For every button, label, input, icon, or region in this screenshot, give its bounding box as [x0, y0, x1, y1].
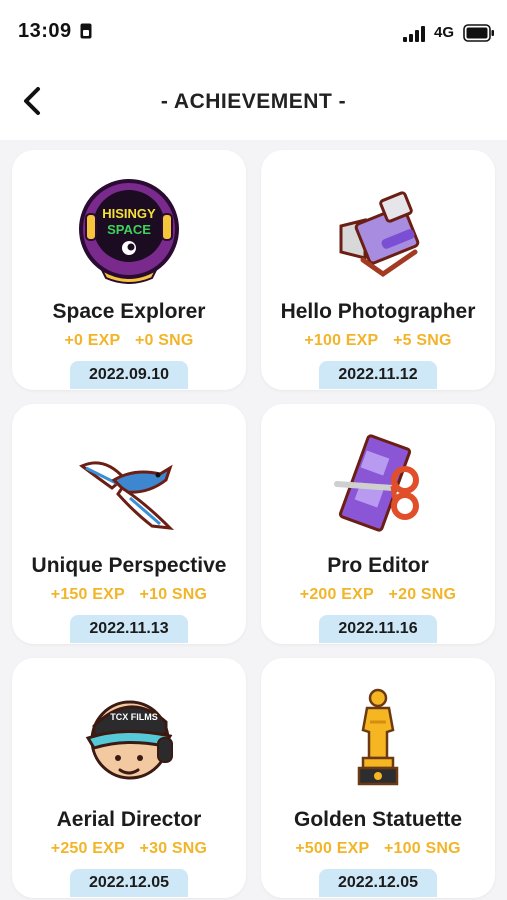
bird-icon [79, 461, 175, 530]
reward-line: +500 EXP +100 SNG [261, 840, 495, 858]
reward-line: +0 EXP +0 SNG [12, 332, 246, 350]
achievement-date: 2022.12.05 [319, 869, 437, 897]
battery-icon [463, 24, 494, 42]
reward-line: +150 EXP +10 SNG [12, 586, 246, 604]
achievement-card-golden-statuette[interactable]: Golden Statuette +500 EXP +100 SNG 2022.… [261, 658, 495, 898]
film-scissors-icon [334, 434, 419, 532]
header: - ACHIEVEMENT - [0, 66, 507, 140]
achievement-date: 2022.11.12 [319, 361, 437, 389]
director-headset-icon: TCX FILMS [85, 700, 173, 780]
achievement-card-unique-perspective[interactable]: Unique Perspective +150 EXP +10 SNG 2022… [12, 404, 246, 644]
achievement-card-hello-photographer[interactable]: Hello Photographer +100 EXP +5 SNG 2022.… [261, 150, 495, 390]
achievement-name: Hello Photographer [280, 300, 476, 323]
achievement-date: 2022.12.05 [70, 869, 188, 897]
badge-text-tcx-films: TCX FILMS [110, 712, 158, 722]
badge-text-space: SPACE [107, 222, 151, 237]
exp-reward: +100 EXP [304, 332, 379, 349]
achievement-grid: HISINGY SPACE Space Explorer +0 EXP +0 S… [0, 140, 507, 900]
badge-text-hisingy: HISINGY [102, 206, 156, 221]
exp-reward: +500 EXP [295, 840, 370, 857]
sng-reward: +100 SNG [384, 840, 461, 857]
sng-reward: +0 SNG [135, 332, 194, 349]
video-camera-icon [339, 191, 420, 278]
sim-card-icon [80, 23, 92, 39]
signal-strength-icon [403, 26, 425, 42]
sng-reward: +30 SNG [139, 840, 208, 857]
achievement-date: 2022.11.16 [319, 615, 437, 643]
page-title: - ACHIEVEMENT - [160, 90, 347, 113]
reward-line: +200 EXP +20 SNG [261, 586, 495, 604]
sng-reward: +10 SNG [139, 586, 208, 603]
golden-statuette-icon [357, 688, 399, 786]
exp-reward: +200 EXP [299, 586, 374, 603]
achievement-name: Aerial Director [56, 808, 202, 831]
achievement-name: Pro Editor [327, 554, 429, 577]
exp-reward: +0 EXP [64, 332, 121, 349]
achievement-card-space-explorer[interactable]: HISINGY SPACE Space Explorer +0 EXP +0 S… [12, 150, 246, 390]
reward-line: +100 EXP +5 SNG [261, 332, 495, 350]
sng-reward: +20 SNG [388, 586, 457, 603]
network-type-label: 4G [434, 24, 455, 41]
sng-reward: +5 SNG [393, 332, 452, 349]
exp-reward: +150 EXP [50, 586, 125, 603]
achievement-date: 2022.11.13 [70, 615, 188, 643]
achievement-card-aerial-director[interactable]: TCX FILMS Aerial Director +250 EXP +30 S… [12, 658, 246, 898]
achievement-name: Space Explorer [52, 300, 206, 323]
status-bar: 13:09 4G [0, 0, 507, 66]
achievement-card-pro-editor[interactable]: Pro Editor +200 EXP +20 SNG 2022.11.16 [261, 404, 495, 644]
achievement-date: 2022.09.10 [70, 361, 188, 389]
exp-reward: +250 EXP [50, 840, 125, 857]
achievement-name: Unique Perspective [31, 554, 227, 577]
status-time: 13:09 [18, 20, 72, 42]
achievement-name: Golden Statuette [293, 808, 462, 831]
space-helmet-icon: HISINGY SPACE [79, 179, 179, 284]
reward-line: +250 EXP +30 SNG [12, 840, 246, 858]
